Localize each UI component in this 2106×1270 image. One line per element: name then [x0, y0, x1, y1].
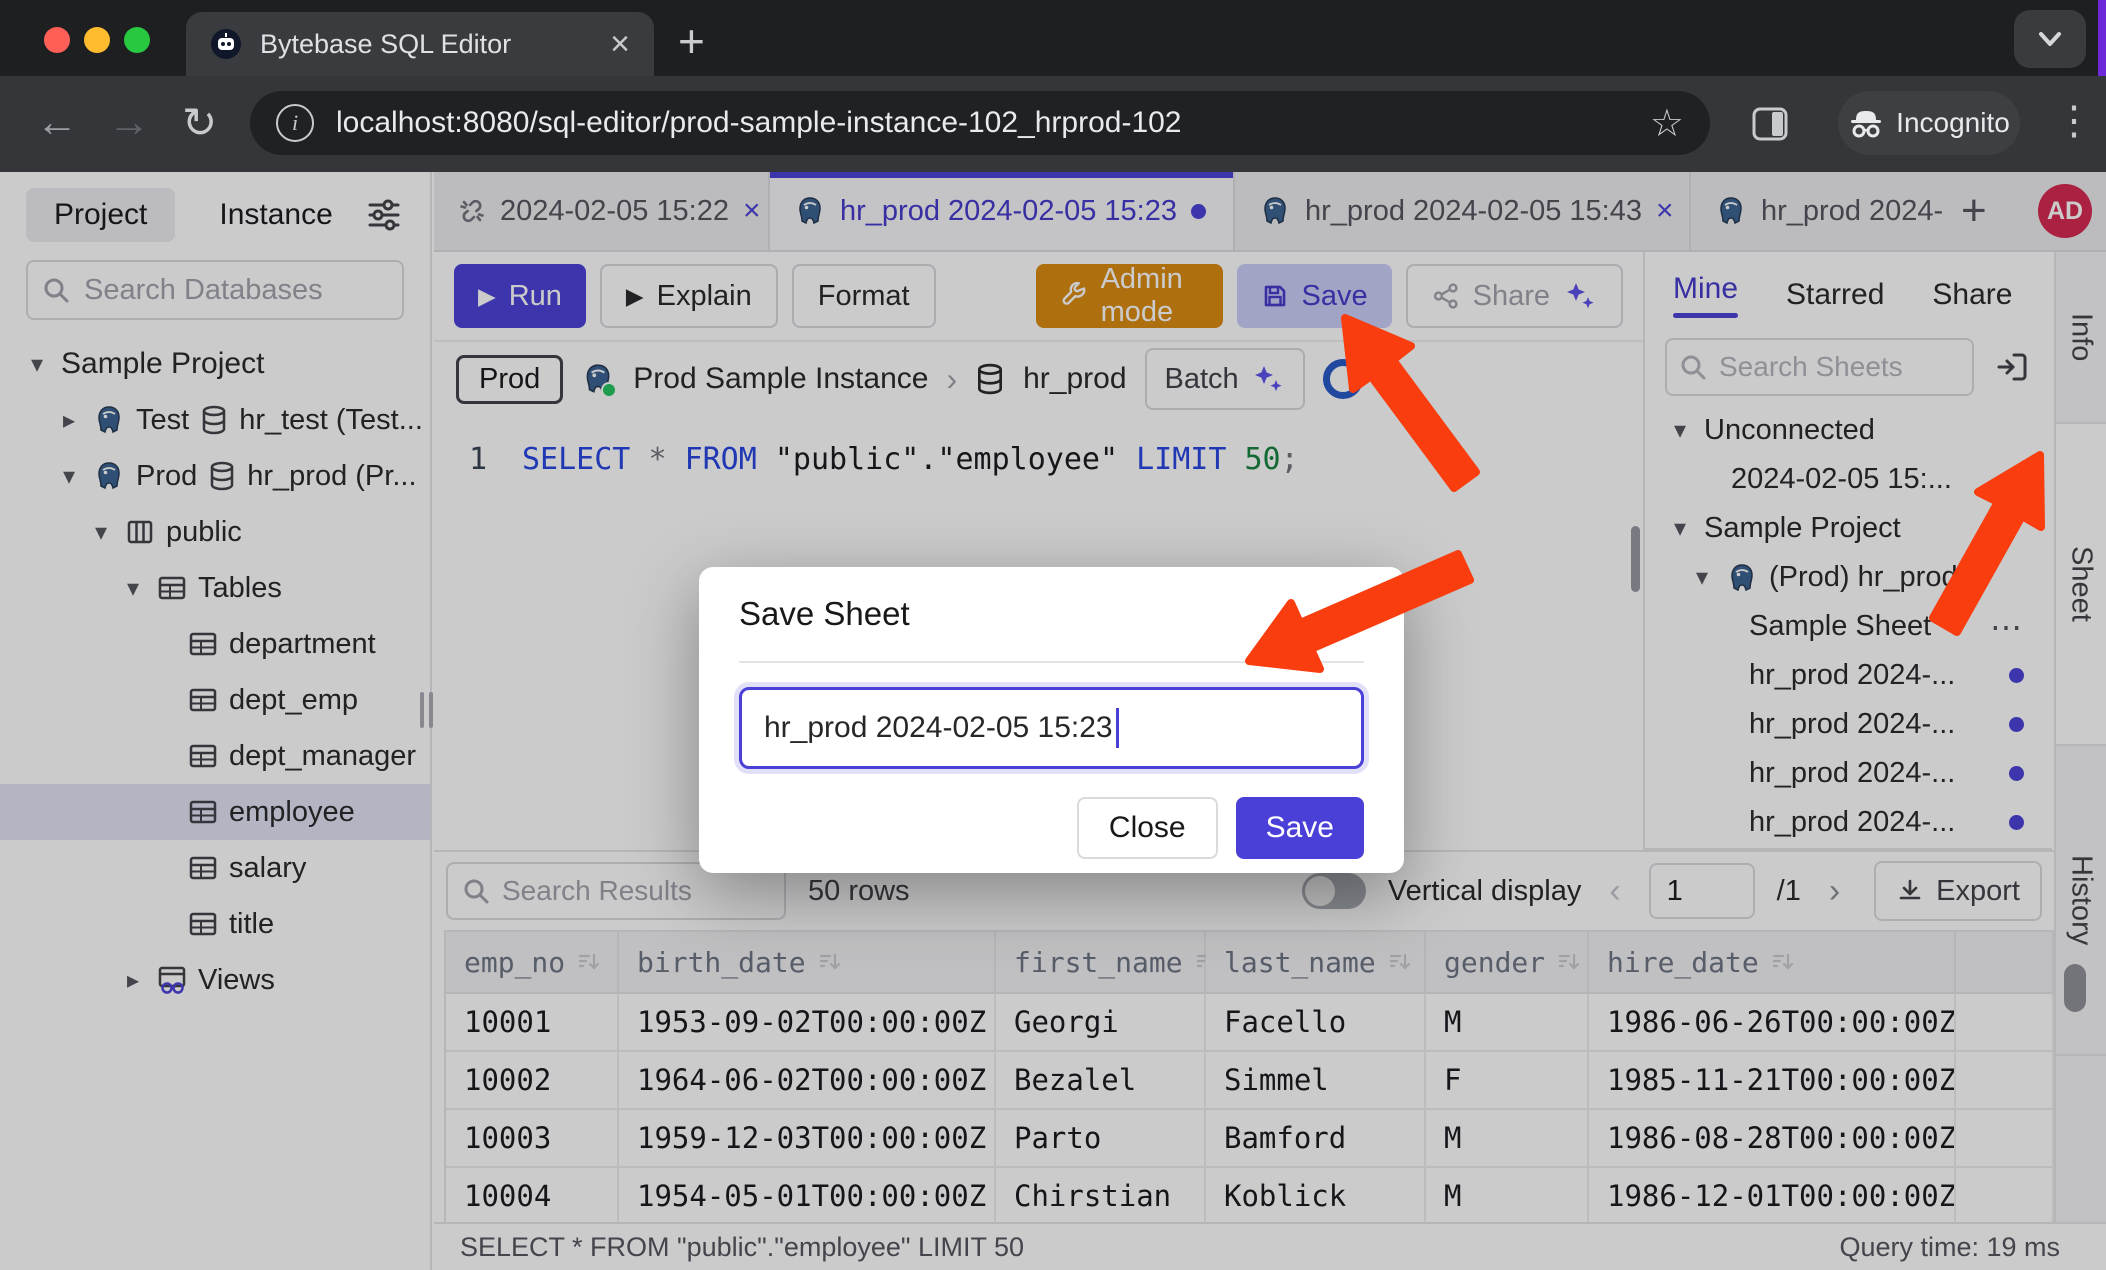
dialog-close-icon[interactable]: × — [1342, 593, 1364, 636]
dialog-close-button[interactable]: Close — [1077, 797, 1218, 859]
tab-search-button[interactable] — [2014, 10, 2086, 68]
browser-navbar: ← → ↻ i localhost:8080/sql-editor/prod-s… — [0, 76, 2106, 172]
macos-zoom-button[interactable] — [124, 27, 150, 53]
text-cursor — [1116, 708, 1119, 748]
bytebase-favicon — [210, 28, 242, 60]
incognito-icon — [1848, 107, 1884, 139]
dialog-divider — [739, 661, 1364, 663]
sheet-name-input[interactable]: hr_prod 2024-02-05 15:23 — [739, 687, 1364, 769]
app-window: Bytebase SQL Editor × + ← → ↻ i localhos… — [0, 0, 2106, 1270]
chevron-down-icon — [2033, 27, 2067, 51]
reload-icon[interactable]: ↻ — [182, 98, 217, 147]
macos-minimize-button[interactable] — [84, 27, 110, 53]
new-tab-button[interactable]: + — [678, 14, 705, 68]
site-info-icon[interactable]: i — [276, 104, 314, 142]
sheet-name-value: hr_prod 2024-02-05 15:23 — [764, 711, 1113, 745]
browser-tab[interactable]: Bytebase SQL Editor × — [186, 12, 654, 76]
incognito-badge: Incognito — [1838, 91, 2020, 155]
back-icon[interactable]: ← — [36, 98, 78, 146]
url-text: localhost:8080/sql-editor/prod-sample-in… — [336, 106, 1182, 140]
save-sheet-dialog: Save Sheet × hr_prod 2024-02-05 15:23 Cl… — [699, 567, 1404, 873]
macos-close-button[interactable] — [44, 27, 70, 53]
forward-icon[interactable]: → — [108, 98, 150, 146]
side-panel-icon[interactable] — [1748, 104, 1792, 144]
address-bar[interactable]: i localhost:8080/sql-editor/prod-sample-… — [250, 91, 1710, 155]
bookmark-star-icon[interactable]: ☆ — [1650, 101, 1684, 146]
sql-editor-page: Project Instance Search Databases ▾ Samp… — [0, 172, 2106, 1270]
incognito-label: Incognito — [1896, 107, 2010, 139]
browser-menu-icon[interactable]: ⋮ — [2054, 98, 2094, 144]
browser-tab-title: Bytebase SQL Editor — [260, 29, 592, 60]
browser-tab-close-icon[interactable]: × — [610, 27, 630, 61]
dialog-save-button[interactable]: Save — [1236, 797, 1364, 859]
browser-tab-strip: Bytebase SQL Editor × + — [0, 0, 2106, 76]
dialog-title: Save Sheet — [739, 595, 910, 633]
